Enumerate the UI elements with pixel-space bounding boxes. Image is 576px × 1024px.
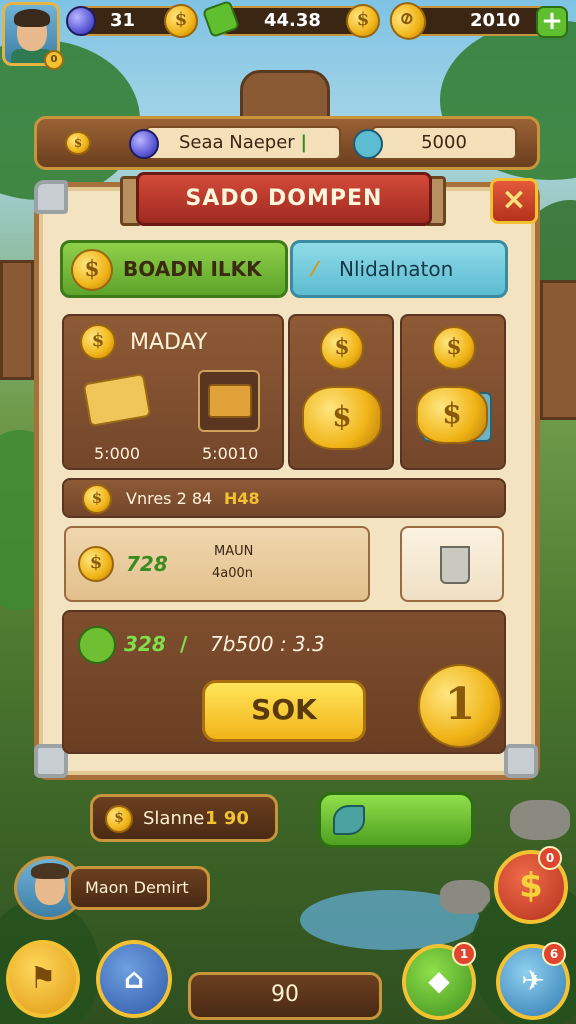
offer-card-coin-pile[interactable]: $ $: [288, 314, 394, 470]
offer-heading: MADAY: [130, 330, 208, 355]
trash-icon: [440, 546, 470, 584]
gems-value: 31: [110, 10, 136, 31]
status-pill: $ Slanne 1 90: [90, 794, 278, 842]
coin-icon: $: [164, 4, 198, 38]
cash-counter[interactable]: 44.38 $: [201, 0, 380, 39]
map-badge: 6: [542, 942, 566, 966]
leaf-icon: [333, 805, 365, 835]
trash-button[interactable]: [400, 526, 504, 602]
reward-row-1: $ Vnres 2 84 H48: [62, 478, 506, 518]
info-value: 5000: [421, 132, 467, 153]
flag-icon: ⚑: [29, 961, 57, 996]
row2-caption: MAUN: [214, 544, 254, 559]
row2-value: 728: [126, 552, 168, 576]
big-coin-button[interactable]: 1: [418, 664, 502, 748]
coin-icon: $: [82, 484, 112, 514]
ticket-icon: ⁄: [313, 257, 317, 281]
player-name-plate: Maon Demirt: [68, 866, 210, 910]
coin-icon: $: [432, 326, 476, 370]
tab-bonus-label: BOADN ILKK: [123, 257, 262, 281]
build-button[interactable]: ⚑: [6, 940, 80, 1018]
house-icon: ⌂: [123, 962, 145, 995]
scroll-icon: [82, 372, 152, 428]
tab-bonus[interactable]: $ BOADN ILKK: [60, 240, 288, 298]
info-bar: $ Seaa Naeper | 5000: [34, 116, 540, 170]
reward-row-2: $ 728 MAUN 4a00n: [64, 526, 370, 602]
info-name-field: Seaa Naeper |: [129, 126, 341, 160]
ok-button[interactable]: SOK: [202, 680, 366, 742]
player-level-badge: 0: [44, 50, 64, 70]
gem-icon: [129, 129, 159, 159]
gems-counter[interactable]: 31 $: [66, 4, 198, 38]
offer-price: 5:000: [94, 444, 141, 463]
panel-corner: [504, 744, 538, 778]
row1-text: Vnres 2 84: [126, 489, 213, 508]
add-gold-button[interactable]: +: [536, 6, 568, 38]
coin-icon: $: [80, 324, 116, 360]
clock-icon: [353, 129, 383, 159]
row3-value: 328: [124, 632, 166, 656]
info-mark: |: [300, 132, 308, 153]
shop-badge: 0: [538, 846, 562, 870]
info-name: Seaa Naeper: [178, 132, 295, 153]
close-button[interactable]: ×: [490, 178, 538, 224]
gold-counter[interactable]: ⊘ 2010 +: [383, 0, 568, 46]
cash-value: 44.38: [264, 10, 321, 31]
gift-icon: ◆: [428, 964, 450, 997]
status-value: 1 90: [205, 808, 249, 829]
coin-icon: $: [78, 546, 114, 582]
row2-caption: 4a00n: [212, 566, 254, 581]
player-name: Maon Demirt: [85, 878, 189, 897]
green-action-button[interactable]: [318, 792, 474, 848]
coin-icon: $: [346, 4, 380, 38]
map-icon: ✈: [521, 964, 545, 997]
gift-badge: 1: [452, 942, 476, 966]
counter-value: 90: [271, 982, 299, 1007]
coin-icon: $: [65, 131, 91, 155]
row1-highlight: H48: [224, 489, 260, 508]
coin-icon: $: [320, 326, 364, 370]
coin-pile-icon: $: [302, 386, 382, 450]
offer-card-coin-stack[interactable]: $ $: [400, 314, 506, 470]
coin-stack-icon: $: [416, 386, 488, 444]
tab-notification-label: Nlidalnaton: [339, 257, 454, 281]
panel-corner: [34, 180, 68, 214]
panel-title: SADO DOMPEN: [136, 172, 432, 226]
close-icon: ×: [501, 182, 527, 217]
offer-card-maday[interactable]: $ MADAY 5:000 5:0010: [62, 314, 284, 470]
dollar-icon: $: [519, 866, 543, 906]
bottom-counter: 90: [188, 972, 382, 1020]
row3-separator: /: [180, 632, 188, 656]
house-button[interactable]: ⌂: [96, 940, 172, 1018]
info-value-field: 5000: [353, 126, 517, 160]
coin-icon: $: [71, 249, 113, 291]
gold-value: 2010: [470, 10, 521, 31]
tab-notification[interactable]: ⁄ Nlidalnaton: [290, 240, 508, 298]
status-label: Slanne: [143, 808, 205, 829]
gem-icon: [66, 6, 96, 36]
offer-price: 5:0010: [202, 444, 259, 463]
coin-icon: $: [105, 805, 133, 833]
row3-extra: 7b500 : 3.3: [210, 632, 325, 656]
leaf-icon: [78, 626, 116, 664]
